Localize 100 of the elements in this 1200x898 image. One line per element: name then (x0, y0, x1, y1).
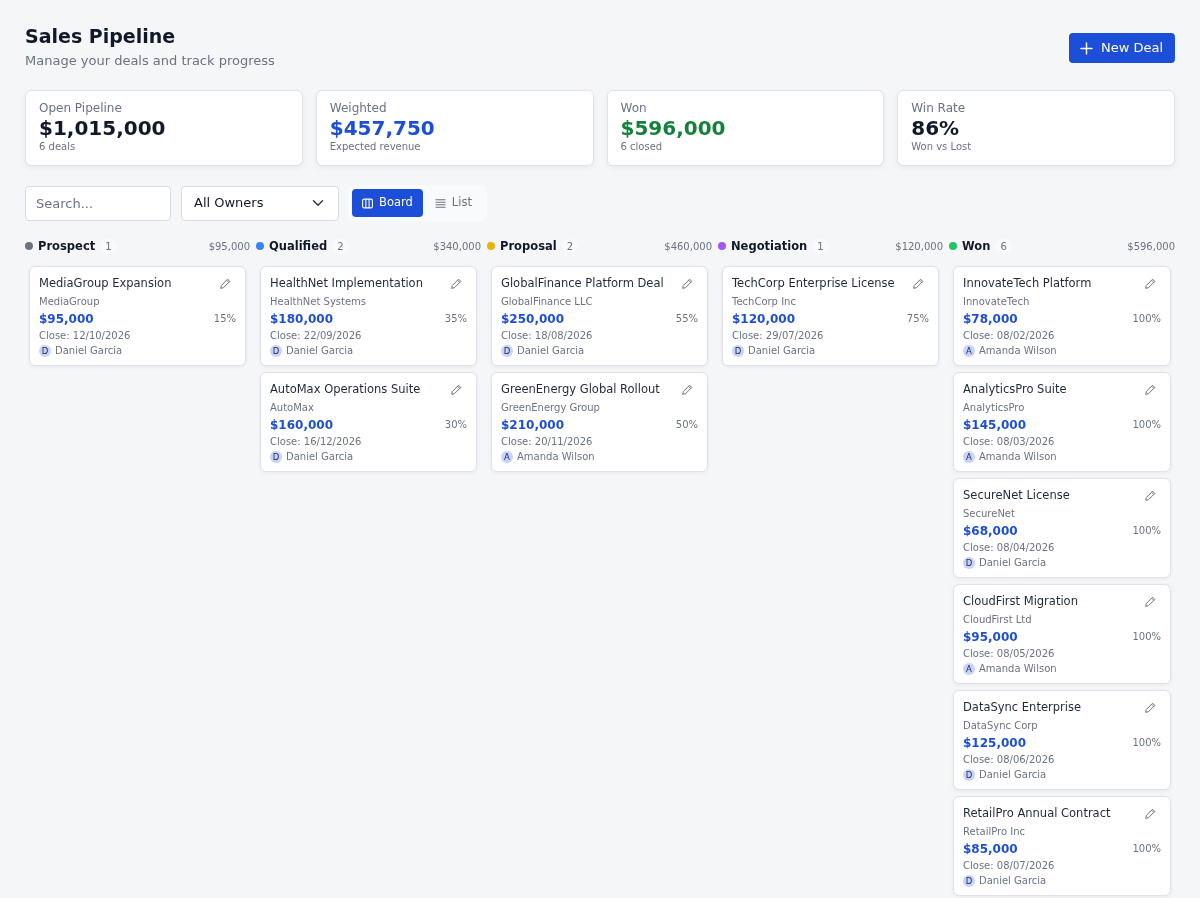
pencil-icon (1145, 808, 1156, 819)
stage-total: $120,000 (895, 239, 943, 254)
deal-title: InnovateTech Platform (963, 275, 1092, 291)
owner-name: Daniel Garcia (748, 344, 816, 358)
edit-button[interactable] (1143, 700, 1158, 715)
deal-probability: 55% (675, 312, 698, 326)
edit-button[interactable] (911, 276, 926, 291)
deal-title: HealthNet Implementation (270, 275, 423, 291)
deal-card[interactable]: AnalyticsPro Suite AnalyticsPro $145,000 100% Close: 08/03/2026 A Amanda Wilson (953, 372, 1171, 472)
stat-value: $1,015,000 (39, 116, 167, 140)
owner-avatar: A (963, 663, 975, 675)
owner-avatar: D (270, 451, 282, 463)
pencil-icon (682, 384, 693, 395)
pencil-icon (1145, 490, 1156, 501)
deal-close-date: Close: 08/06/2026 (963, 753, 1056, 767)
stat-label: Open Pipeline (39, 100, 123, 116)
deal-company: TechCorp Inc (732, 295, 797, 309)
deal-close-date: Close: 08/07/2026 (963, 859, 1056, 873)
stat-note: Expected revenue (329, 140, 422, 153)
deal-amount: $180,000 (270, 311, 333, 327)
edit-button[interactable] (1143, 806, 1158, 821)
pencil-icon (1145, 702, 1156, 713)
stage-count: 1 (812, 238, 829, 254)
deal-card[interactable]: HealthNet Implementation HealthNet Systems $180,000 35% Close: 22/09/2026 D Daniel Garcia (260, 266, 477, 366)
view-tab[interactable]: Board (352, 189, 423, 217)
deal-probability: 50% (675, 418, 698, 432)
owner-avatar: D (963, 769, 975, 781)
deal-card[interactable]: InnovateTech Platform InnovateTech $78,000 100% Close: 08/02/2026 A Amanda Wilson (953, 266, 1171, 366)
owner-name: Daniel Garcia (286, 344, 354, 358)
pencil-icon (682, 278, 693, 289)
deal-close-date: Close: 08/03/2026 (963, 435, 1056, 449)
deal-title: RetailPro Annual Contract (963, 805, 1111, 821)
deal-title: GlobalFinance Platform Deal (501, 275, 664, 291)
owner-name: Daniel Garcia (979, 874, 1047, 888)
deal-close-date: Close: 08/02/2026 (963, 329, 1056, 343)
edit-button[interactable] (680, 276, 695, 291)
edit-button[interactable] (1143, 488, 1158, 503)
deal-amount: $160,000 (270, 417, 333, 433)
edit-button[interactable] (1143, 276, 1158, 291)
owner-name: Daniel Garcia (286, 450, 354, 464)
deal-probability: 35% (444, 312, 467, 326)
stat-value: $457,750 (329, 116, 436, 140)
deal-close-date: Close: 16/12/2026 (270, 435, 363, 449)
stage-name: Won (962, 238, 991, 254)
view-tab[interactable]: List (424, 189, 482, 217)
deal-company: InnovateTech (963, 295, 1031, 309)
deal-card[interactable]: DataSync Enterprise DataSync Corp $125,000 100% Close: 08/06/2026 D Daniel Garcia (953, 690, 1171, 790)
deal-amount: $210,000 (501, 417, 564, 433)
deal-amount: $250,000 (501, 311, 564, 327)
stage-name: Qualified (269, 238, 328, 254)
deal-amount: $120,000 (732, 311, 795, 327)
deal-card[interactable]: GlobalFinance Platform Deal GlobalFinance LLC $250,000 55% Close: 18/08/2026 D Daniel Garcia (491, 266, 708, 366)
deal-card[interactable]: RetailPro Annual Contract RetailPro Inc $85,000 100% Close: 08/07/2026 D Daniel Garcia (953, 796, 1171, 896)
deal-card[interactable]: GreenEnergy Global Rollout GreenEnergy Group $210,000 50% Close: 20/11/2026 A Amanda Wilson (491, 372, 708, 472)
edit-button[interactable] (1143, 594, 1158, 609)
owner-avatar: D (501, 345, 513, 357)
stage-total: $95,000 (208, 239, 250, 254)
deal-card[interactable]: SecureNet License SecureNet $68,000 100% Close: 08/04/2026 D Daniel Garcia (953, 478, 1171, 578)
deal-company: AnalyticsPro (963, 401, 1026, 415)
stage-count: 1 (100, 238, 117, 254)
stat-note: 6 deals (39, 140, 77, 153)
deal-card[interactable]: CloudFirst Migration CloudFirst Ltd $95,000 100% Close: 08/05/2026 A Amanda Wilson (953, 584, 1171, 684)
owner-avatar: A (963, 345, 975, 357)
stage-name: Prospect (38, 238, 96, 254)
edit-button[interactable] (680, 382, 695, 397)
owner-name: Amanda Wilson (979, 662, 1057, 676)
deal-close-date: Close: 08/05/2026 (963, 647, 1056, 661)
edit-button[interactable] (449, 382, 464, 397)
stat-note: Won vs Lost (911, 140, 973, 153)
owner-avatar: D (39, 345, 51, 357)
edit-button[interactable] (218, 276, 233, 291)
deal-company: DataSync Corp (963, 719, 1039, 733)
owner-name: Amanda Wilson (979, 450, 1057, 464)
owner-select[interactable]: All Owners (181, 185, 339, 221)
stage-name: Proposal (500, 238, 557, 254)
deal-company: SecureNet (963, 507, 1016, 521)
plus-icon (1079, 41, 1093, 55)
deal-close-date: Close: 29/07/2026 (732, 329, 825, 343)
pencil-icon (913, 278, 924, 289)
deal-card[interactable]: MediaGroup Expansion MediaGroup $95,000 15% Close: 12/10/2026 D Daniel Garcia (29, 266, 246, 366)
deal-card[interactable]: AutoMax Operations Suite AutoMax $160,000 30% Close: 16/12/2026 D Daniel Garcia (260, 372, 477, 472)
new-deal-button[interactable]: New Deal (1068, 33, 1175, 63)
pencil-icon (1145, 384, 1156, 395)
owner-name: Daniel Garcia (979, 768, 1047, 782)
deal-close-date: Close: 08/04/2026 (963, 541, 1056, 555)
deal-amount: $125,000 (963, 735, 1026, 751)
stat-value: $596,000 (620, 116, 727, 140)
deal-amount: $78,000 (963, 311, 1018, 327)
deal-title: AnalyticsPro Suite (963, 381, 1067, 397)
page-title: Sales Pipeline (25, 24, 177, 48)
deal-card[interactable]: TechCorp Enterprise License TechCorp Inc $120,000 75% Close: 29/07/2026 D Daniel Garcia (722, 266, 939, 366)
deal-company: CloudFirst Ltd (963, 613, 1033, 627)
deal-close-date: Close: 20/11/2026 (501, 435, 594, 449)
stage-count: 2 (561, 238, 579, 254)
owner-name: Amanda Wilson (517, 450, 595, 464)
search-field[interactable]: Search... (25, 185, 171, 221)
edit-button[interactable] (1143, 382, 1158, 397)
edit-button[interactable] (449, 276, 464, 291)
stage-count: 2 (332, 238, 349, 254)
owner-name: Daniel Garcia (55, 344, 123, 358)
